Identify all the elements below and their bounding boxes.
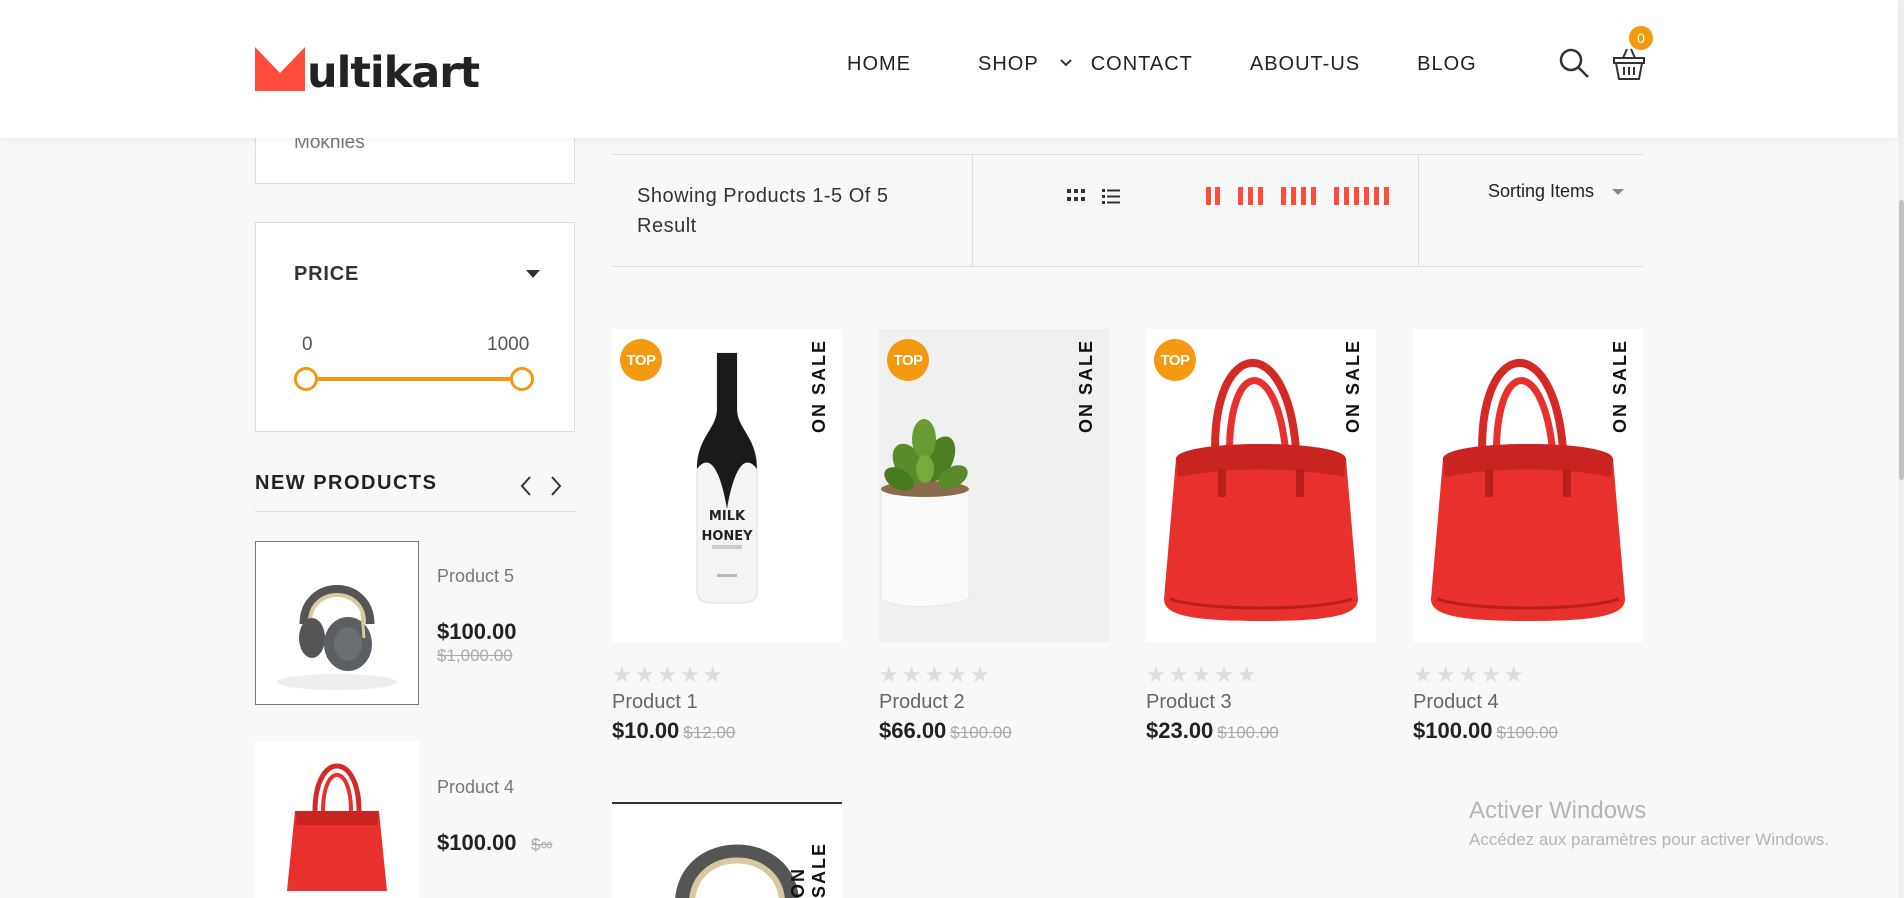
price-max-label: 1000 (487, 334, 530, 355)
new-product-old-price: $1,000.00 (437, 646, 513, 665)
on-sale-label: ON SALE (1610, 339, 1630, 434)
nav-blog[interactable]: BLOG (1417, 53, 1477, 76)
product-card[interactable]: TOP ON SALE MILK HONEY ★★★★★ Product 1 $… (612, 329, 842, 744)
rating-stars: ★★★★★ (879, 662, 993, 687)
new-product-image[interactable] (255, 741, 419, 898)
logo-text: ultikart (307, 48, 480, 98)
chevron-down-icon[interactable] (1051, 53, 1081, 73)
product-price-value: $23.00 (1146, 718, 1214, 743)
product-image[interactable]: TOP ON SALE MILK HONEY (612, 329, 842, 642)
new-product-price: $100.00 (437, 830, 517, 855)
product-image[interactable]: TOP ON SALE (1146, 329, 1376, 642)
price-filter-title[interactable]: PRICE (294, 263, 359, 286)
scrollbar-thumb[interactable] (1899, 200, 1904, 480)
product-old-price: $100.00 (950, 723, 1012, 742)
caret-down-icon[interactable] (1612, 189, 1624, 195)
rating-stars: ★★★★★ (1146, 662, 1260, 687)
six-column-icon[interactable] (1333, 187, 1393, 205)
top-badge: TOP (620, 339, 662, 381)
search-icon[interactable] (1558, 47, 1590, 79)
rating-stars: ★★★★★ (1413, 662, 1527, 687)
product-old-price: $100.00 (1496, 723, 1558, 742)
headphones-image (277, 585, 397, 690)
product-name[interactable]: Product 2 (879, 691, 1109, 714)
new-product-name[interactable]: Product 5 (437, 566, 517, 587)
price-filter: PRICE 0 1000 (255, 222, 575, 432)
results-count: Showing Products 1-5 Of 5 Result (637, 185, 889, 237)
top-badge: TOP (1154, 339, 1196, 381)
site-header: ultikart HOME SHOP CONTACT ABOUT-US BLOG… (0, 0, 1898, 138)
on-sale-label: ON SALE (1076, 339, 1096, 434)
windows-activation-title: Activer Windows (1469, 797, 1647, 824)
red-handbag-image (1431, 358, 1625, 621)
product-name[interactable]: Product 1 (612, 691, 842, 714)
new-products-title: NEW PRODUCTS (255, 472, 438, 494)
two-column-icon[interactable] (1204, 187, 1222, 205)
cart-count-badge: 0 (1629, 26, 1653, 50)
sort-select[interactable]: Sorting Items (1488, 181, 1594, 202)
basket-icon[interactable] (1612, 46, 1646, 82)
on-sale-label: ON SALE (809, 339, 829, 434)
product-name[interactable]: Product 4 (1413, 691, 1643, 714)
product-price: $100.00 $100.00 (1413, 718, 1643, 744)
product-card[interactable]: ON SALE (612, 802, 842, 898)
product-price: $23.00 $100.00 (1146, 718, 1376, 744)
new-product-price: $100.00 (437, 619, 517, 644)
new-product-name[interactable]: Product 4 (437, 777, 517, 798)
bottle-label-honey: HONEY (701, 529, 753, 544)
caret-down-icon[interactable] (526, 270, 540, 278)
logo[interactable]: ultikart (255, 46, 480, 98)
chevron-right-icon[interactable] (546, 473, 566, 499)
four-column-icon[interactable] (1280, 187, 1318, 205)
price-min-label: 0 (302, 334, 313, 355)
product-image[interactable]: TOP ON SALE (879, 329, 1109, 642)
price-range-max-handle[interactable] (510, 367, 534, 391)
nav-shop[interactable]: SHOP (978, 53, 1039, 76)
product-price: $66.00 $100.00 (879, 718, 1109, 744)
divider (1418, 155, 1419, 267)
windows-activation-text: Accédez aux paramètres pour activer Wind… (1469, 830, 1829, 849)
nav-contact[interactable]: CONTACT (1091, 53, 1193, 76)
product-price-value: $66.00 (879, 718, 947, 743)
new-product-old-price: $∞ (531, 835, 553, 854)
on-sale-label: ON SALE (1343, 339, 1363, 434)
divider (255, 511, 575, 512)
product-name[interactable]: Product 3 (1146, 691, 1376, 714)
product-price-value: $10.00 (612, 718, 680, 743)
product-old-price: $12.00 (683, 723, 736, 742)
product-price: $10.00 $12.00 (612, 718, 842, 744)
product-card[interactable]: TOP ON SALE ★★★★★ Product 2 $66.00 $100.0… (879, 329, 1109, 744)
divider (972, 155, 973, 267)
rating-stars: ★★★★★ (612, 662, 726, 687)
top-badge: TOP (887, 339, 929, 381)
price-range-track[interactable] (306, 377, 524, 381)
main-nav: HOME SHOP CONTACT ABOUT-US BLOG (847, 53, 1477, 76)
chevron-left-icon[interactable] (516, 473, 536, 499)
bottle-label-milk: MILK (709, 509, 746, 524)
product-toolbar: Showing Products 1-5 Of 5 Result Sorting… (612, 154, 1643, 267)
nav-home[interactable]: HOME (847, 53, 911, 76)
product-card[interactable]: ON SALE ★★★★★ Product 4 $100.00 $100.00 (1413, 329, 1643, 744)
nav-about-us[interactable]: ABOUT-US (1250, 53, 1360, 76)
logo-mark (255, 47, 305, 91)
new-product-image[interactable] (255, 541, 419, 705)
product-card[interactable]: TOP ON SALE ★★★★★ Product 3 $23.00 $100.0… (1146, 329, 1376, 744)
price-range-min-handle[interactable] (294, 367, 318, 391)
product-old-price: $100.00 (1217, 723, 1279, 742)
product-price-value: $100.00 (1413, 718, 1493, 743)
on-sale-label: ON SALE (788, 841, 829, 898)
grid-view-icon[interactable] (1066, 187, 1086, 205)
list-view-icon[interactable] (1101, 187, 1121, 205)
three-column-icon[interactable] (1237, 187, 1265, 205)
red-handbag-image (287, 763, 387, 891)
product-image[interactable]: ON SALE (1413, 329, 1643, 642)
